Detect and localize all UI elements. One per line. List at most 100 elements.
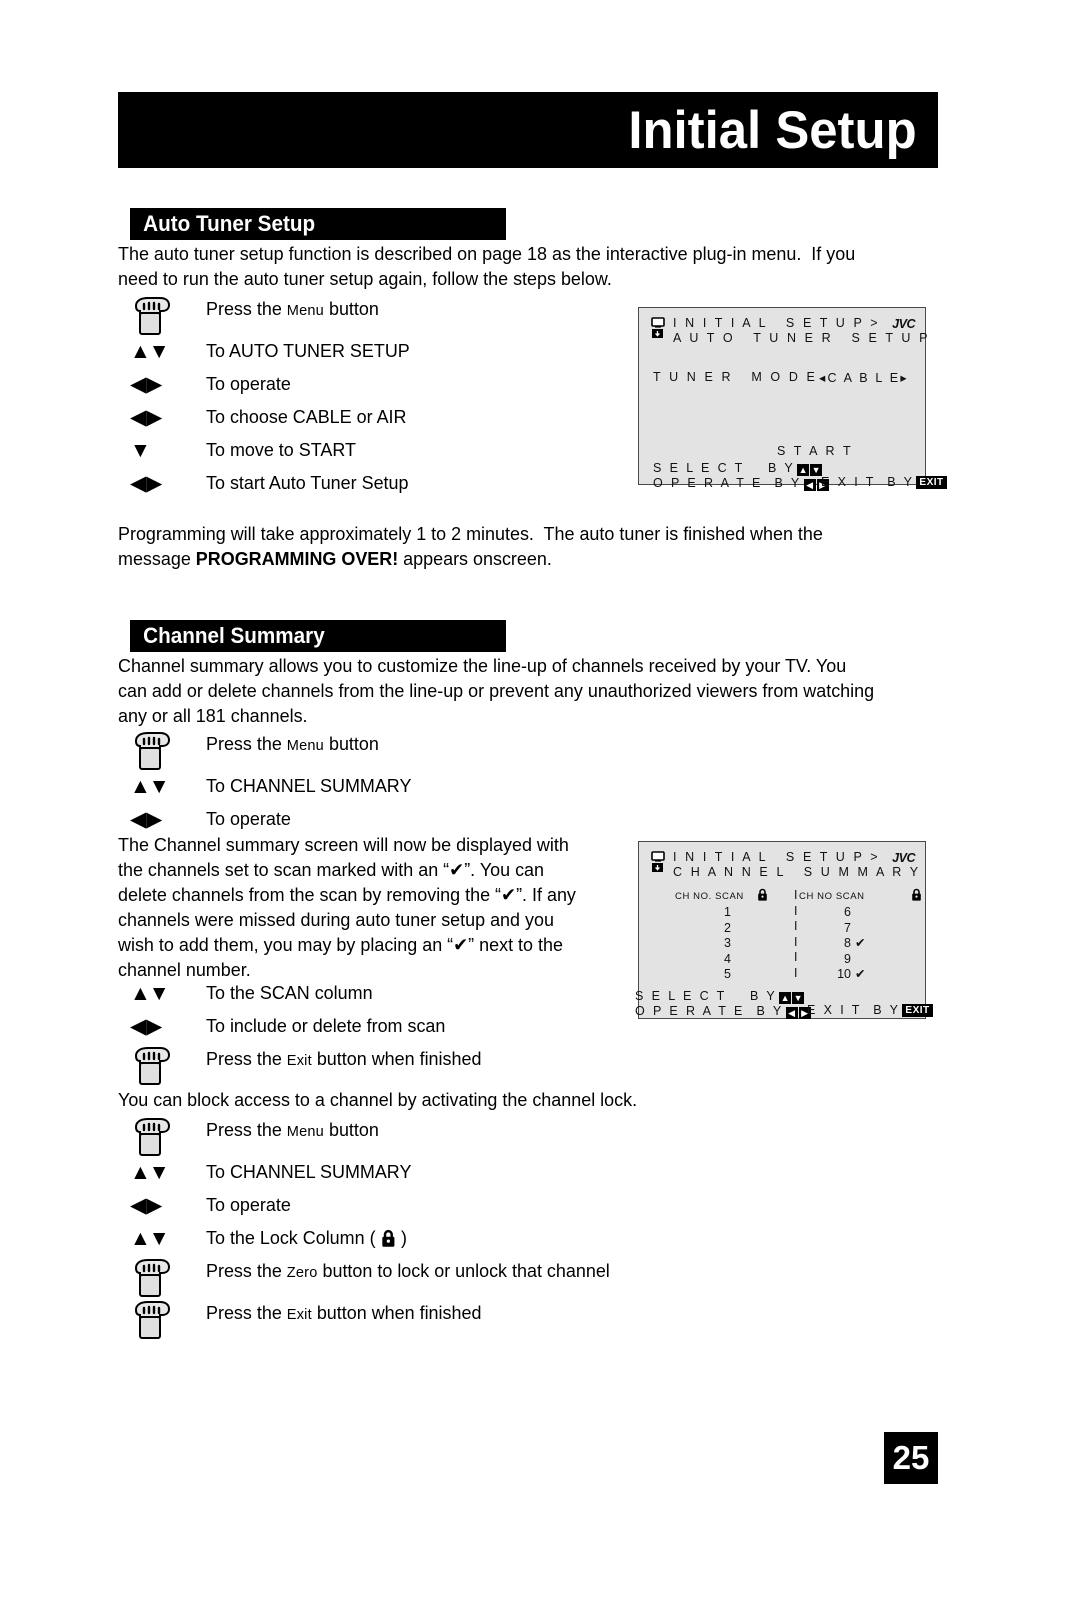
hand-icon-svg [134,1118,171,1156]
osd-exit-label: E X I T B Y [807,1003,901,1017]
hand-icon [118,294,206,336]
step-to-channel-summary: ▲▼ To CHANNEL SUMMARY [118,771,638,804]
step-label: To the Lock Column ( ) [206,1227,408,1248]
hand-icon-svg [134,1047,171,1085]
step-label: Press the Menu button [206,298,379,319]
step-label: To CHANNEL SUMMARY [206,1161,412,1182]
osd-title: I N I T I A L S E T U P > A U T O T U N … [673,316,931,345]
step-label: Press the Menu button [206,1119,379,1140]
step-label: To AUTO TUNER SETUP [206,340,410,361]
exit-key-badge: EXIT [902,1003,933,1017]
lock-icon [912,888,921,901]
up-down-arrows-icon: ▲▼ [118,336,206,362]
up-down-arrows-icon: ▲▼ [118,978,206,1004]
osd-channel-column-left[interactable]: 12345 [691,905,731,983]
arrow-glyphs: ▼ [130,439,151,462]
osd-channel-row[interactable]: 8 ✔ [821,936,867,952]
osd-channel-number: 10 [837,967,851,981]
osd-channel-row[interactable]: 5 [691,967,731,983]
left-right-arrows-icon: ◀▶ [118,369,206,395]
arrow-glyphs: ▲▼ [130,982,170,1005]
osd-channel-row[interactable]: 6 [821,905,867,921]
channel-lock-step-list: Press the Menu button ▲▼ To CHANNEL SUMM… [118,1115,678,1340]
arrow-glyphs: ◀▶ [130,808,163,831]
step-press-menu: Press the Menu button [118,294,638,336]
osd-operate-hint: O P E R A T E B Y ◀ ▶ [653,475,830,491]
osd-column-header-right: CH NO SCAN [799,891,865,902]
section-heading-label: Auto Tuner Setup [143,211,316,236]
step-choose-cable-or-air: ◀▶ To choose CABLE or AIR [118,402,638,435]
tv-menu-icon [651,851,665,872]
down-arrow-icon: ▼ [118,435,206,461]
scan-check-icon[interactable]: ✔ [851,967,867,983]
tv-menu-icon [651,317,665,338]
osd-exit-label: E X I T B Y [821,475,915,489]
left-right-arrows-icon: ◀▶ [118,468,206,494]
step-label: To CHANNEL SUMMARY [206,775,412,796]
section-heading-label: Channel Summary [143,623,325,648]
page-title: Initial Setup [627,100,917,160]
osd-select-hint: S E L E C T B Y ▲ ▼ [635,988,805,1004]
step-press-menu: Press the Menu button [118,1115,678,1157]
step-to-auto-tuner-setup: ▲▼ To AUTO TUNER SETUP [118,336,638,369]
scan-check-icon[interactable]: ✔ [851,936,867,952]
osd-channel-number: 8 [844,936,851,950]
osd-tuner-mode-value[interactable]: ◂C A B L E▸ [819,370,909,385]
arrow-glyphs: ▲▼ [130,1227,170,1250]
step-start-auto-tuner: ◀▶ To start Auto Tuner Setup [118,468,638,501]
step-label: Press the Exit button when finished [206,1048,482,1069]
osd-channel-number: 7 [844,920,851,935]
osd-channel-row[interactable]: 4 [691,952,731,968]
exit-key-badge: EXIT [916,475,947,489]
step-to-operate: ◀▶ To operate [118,1190,678,1223]
arrow-glyphs: ◀▶ [130,1015,163,1038]
osd-exit-hint: E X I T B Y EXIT [807,1003,933,1017]
manual-page: Initial Setup Auto Tuner Setup The auto … [0,0,1080,1605]
arrow-glyphs: ▲▼ [130,775,170,798]
osd-column-divider: IIIIII [794,888,798,980]
step-label: To operate [206,373,291,394]
section-heading-auto-tuner-setup: Auto Tuner Setup [130,208,506,240]
hand-icon-svg [134,732,171,770]
left-right-arrows-icon: ◀▶ [118,1011,206,1037]
osd-column-header-left: CH NO. SCAN [675,891,744,902]
hand-icon [118,1298,206,1340]
osd-operate-label: O P E R A T E B Y [653,476,802,490]
step-press-exit: Press the Exit button when finished [118,1298,678,1340]
arrow-glyphs: ◀▶ [130,1194,163,1217]
step-press-menu: Press the Menu button [118,729,638,771]
step-label: Press the Zero button to lock or unlock … [206,1260,610,1281]
up-down-arrows-icon: ▲▼ [118,1157,206,1183]
osd-select-label: S E L E C T B Y [653,461,796,475]
left-right-arrows-icon: ◀▶ [118,1190,206,1216]
hand-icon-svg [134,1301,171,1339]
scan-step-list: ▲▼ To the SCAN column ◀▶ To include or d… [118,978,638,1086]
osd-channel-row[interactable]: 7 [821,921,867,937]
osd-operate-hint: O P E R A T E B Y ◀ ▶ [635,1003,812,1019]
channel-summary-screen-paragraph: The Channel summary screen will now be d… [118,834,576,980]
hand-icon [118,1044,206,1086]
osd-start-item[interactable]: S T A R T [777,444,853,458]
osd-channel-row[interactable]: 10 ✔ [821,967,867,983]
osd-operate-label: O P E R A T E B Y [635,1004,784,1018]
osd-exit-hint: E X I T B Y EXIT [821,475,947,489]
osd-channel-row[interactable]: 1 [691,905,731,921]
arrow-glyphs: ◀▶ [130,472,163,495]
osd-channel-column-right[interactable]: 6 7 8 ✔ 9 10 ✔ [821,905,867,983]
step-press-zero: Press the Zero button to lock or unlock … [118,1256,678,1298]
auto-tuner-intro-paragraph: The auto tuner setup function is describ… [118,243,856,289]
osd-channel-row[interactable]: 9 [821,952,867,968]
step-label: To start Auto Tuner Setup [206,472,409,493]
osd-channel-row[interactable]: 3 [691,936,731,952]
step-label: To include or delete from scan [206,1015,446,1036]
step-include-delete-scan: ◀▶ To include or delete from scan [118,1011,638,1044]
channel-summary-step-list: Press the Menu button ▲▼ To CHANNEL SUMM… [118,729,638,837]
hand-icon [118,1256,206,1298]
up-down-key-badge: ▲ ▼ [797,464,823,476]
hand-icon-svg [134,297,171,335]
step-press-exit: Press the Exit button when finished [118,1044,638,1086]
osd-channel-summary: JVC I N I T I A L S E T U P > C H A N N … [635,841,933,1019]
page-header-bar: Initial Setup [118,92,938,168]
osd-channel-row[interactable]: 2 [691,921,731,937]
osd-auto-tuner-setup: JVC I N I T I A L S E T U P > A U T O T … [638,307,947,491]
